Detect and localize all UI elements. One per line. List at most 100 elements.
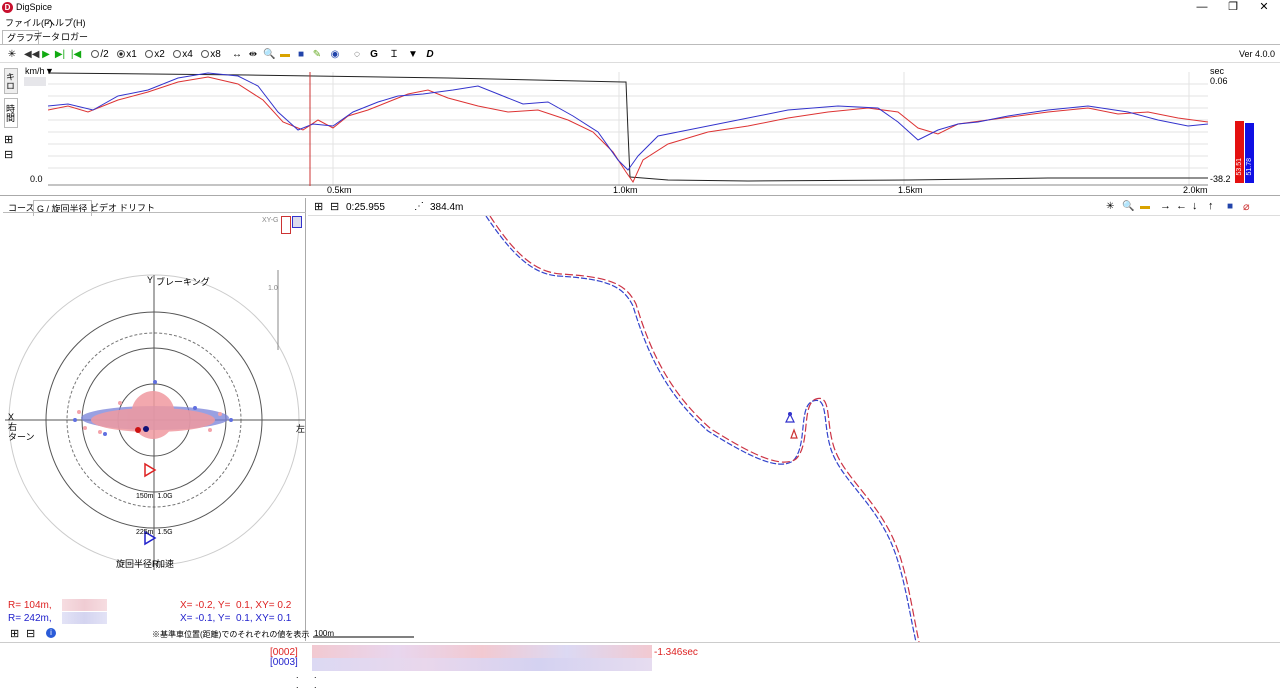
map-zoom-icon[interactable]: 🔍: [1122, 201, 1134, 212]
text-cursor-icon[interactable]: Ɪ: [388, 48, 400, 61]
right-unit-label: sec: [1210, 66, 1225, 76]
close-button[interactable]: ✕: [1249, 0, 1279, 15]
right-top-value: 0.06: [1210, 76, 1228, 86]
accel-label: 加速: [156, 559, 175, 569]
main-tab-bar: [0, 29, 1280, 45]
x-tick-label: 1.5km: [898, 185, 923, 195]
save-icon[interactable]: ■: [295, 48, 307, 61]
step-back-icon[interactable]: |◀: [70, 48, 82, 61]
row-dot: .: [314, 680, 317, 690]
menu-bar: [0, 15, 1280, 28]
g-scatter-red: [91, 391, 215, 439]
side-tab-km[interactable]: キロ: [4, 68, 18, 94]
arrow-right-icon[interactable]: →: [1160, 200, 1171, 212]
speed-half-radio[interactable]: /2: [89, 48, 111, 61]
arrow-up-icon[interactable]: ↑: [1208, 200, 1214, 212]
maximize-button[interactable]: ❐: [1218, 0, 1248, 15]
track-line-red: [489, 216, 920, 642]
zoom-in-icon[interactable]: ⊞: [4, 134, 18, 146]
sector-bar-blue: [312, 658, 652, 671]
arrow-left-icon[interactable]: ←: [1176, 200, 1187, 212]
graph-side-tabs: キロ 時間 ⊞ ⊟: [4, 68, 18, 161]
left-label: 左: [296, 424, 306, 434]
step-forward-icon[interactable]: ▶|: [54, 48, 66, 61]
globe-icon[interactable]: ◉: [329, 48, 341, 61]
distance-icon: ⋰: [414, 201, 424, 212]
map-zoom-in-icon[interactable]: ⊞: [314, 200, 323, 213]
blue-marker: [143, 426, 149, 432]
red-car-marker: [790, 428, 798, 439]
redacted-blue: [62, 612, 107, 624]
version-label: Ver 4.0.0: [1239, 49, 1276, 59]
right-turn-label: 右 ターン: [8, 422, 35, 442]
app-logo-icon: D: [2, 2, 13, 13]
speed-x4-radio[interactable]: x4: [172, 48, 194, 61]
blue-value-label: 51.78: [1246, 158, 1253, 176]
speed-x2-radio[interactable]: x2: [144, 48, 166, 61]
g-circle-plot[interactable]: [5, 270, 305, 570]
expand-horizontal-icon[interactable]: ↔: [231, 48, 243, 61]
zoom-in-icon[interactable]: ⊞: [10, 627, 19, 640]
subtab-g-radius[interactable]: G / 旋回半径: [33, 200, 92, 216]
gauge-icon[interactable]: ◌: [351, 48, 363, 61]
xy-g-label: XY-G: [262, 217, 279, 224]
radius-label: 旋回半径R: [116, 559, 159, 569]
tools-icon[interactable]: ✎: [311, 48, 323, 61]
sector-bar-red: [312, 645, 652, 658]
speed-x1-radio[interactable]: x1: [116, 48, 138, 61]
minimize-button[interactable]: —: [1187, 0, 1217, 15]
zoom-out-icon[interactable]: ⊟: [4, 149, 18, 161]
rewind-icon[interactable]: ◀◀: [24, 48, 39, 61]
time-diff-value: -1.346sec: [654, 647, 698, 658]
map-save-icon[interactable]: ■: [1227, 201, 1233, 212]
speed-chart[interactable]: [48, 72, 1208, 186]
red-value-label: 53.51: [1236, 158, 1243, 176]
menu-help[interactable]: ヘルプ(H): [46, 16, 86, 29]
x-axis-label: X: [8, 412, 15, 422]
redacted-red: [62, 599, 107, 611]
xy-red: X= -0.2, Y= 0.1, XY= 0.2: [180, 600, 292, 611]
ring-label-225m: 225m 1.5G: [136, 529, 173, 536]
window-title: DigSpice: [16, 2, 53, 12]
left-zero-value: 0.0: [30, 174, 43, 184]
lap-blue-id: [0003]: [270, 657, 298, 668]
red-legend-box: [281, 216, 291, 234]
ring-label-150m: 150m 1.0G: [136, 493, 173, 500]
y-axis-label: Y: [147, 275, 154, 285]
eraser-icon[interactable]: ⌀: [1243, 200, 1250, 213]
map-scale-label: 100m: [314, 629, 335, 638]
course-map[interactable]: [308, 216, 1280, 642]
radius-blue: R= 242m,: [8, 613, 52, 624]
open-folder-icon[interactable]: ▬: [279, 48, 291, 61]
title-bar: [0, 0, 1280, 15]
map-distance: 384.4m: [430, 202, 464, 213]
radius-red: R= 104m,: [8, 600, 52, 611]
dropdown-triangle-icon[interactable]: ▼: [407, 48, 419, 61]
tab-logger[interactable]: ロガー: [57, 30, 92, 44]
g-force-icon[interactable]: G: [368, 48, 380, 61]
zoom-out-icon[interactable]: ⊟: [26, 627, 35, 640]
blue-legend-box: [292, 216, 302, 228]
arrow-down-icon[interactable]: ↓: [1192, 200, 1198, 212]
map-open-icon[interactable]: ▬: [1140, 201, 1150, 212]
map-reset-icon[interactable]: ✳: [1106, 201, 1114, 212]
row-dot: .: [314, 670, 317, 680]
x-tick-label: 0.5km: [327, 185, 352, 195]
speed-x8-radio[interactable]: x8: [200, 48, 222, 61]
drift-d-icon[interactable]: D: [424, 48, 436, 61]
side-tab-time[interactable]: 時間: [4, 98, 18, 128]
track-line-blue: [485, 216, 917, 642]
row-dot: .: [296, 680, 299, 690]
braking-label: ブレーキング: [156, 277, 210, 287]
left-unit-label: km/h: [25, 66, 45, 76]
reset-icon[interactable]: ✳: [6, 48, 18, 61]
zoom-icon[interactable]: 🔍: [263, 48, 275, 61]
right-bottom-value: -38.2: [1210, 174, 1231, 184]
shrink-horizontal-icon[interactable]: ⇹: [247, 48, 259, 61]
map-time: 0:25.955: [346, 202, 385, 213]
play-icon[interactable]: ▶: [40, 48, 52, 61]
red-marker: [135, 427, 141, 433]
info-icon[interactable]: i: [46, 628, 56, 638]
map-zoom-out-icon[interactable]: ⊟: [330, 200, 339, 213]
divider: [3, 212, 306, 213]
